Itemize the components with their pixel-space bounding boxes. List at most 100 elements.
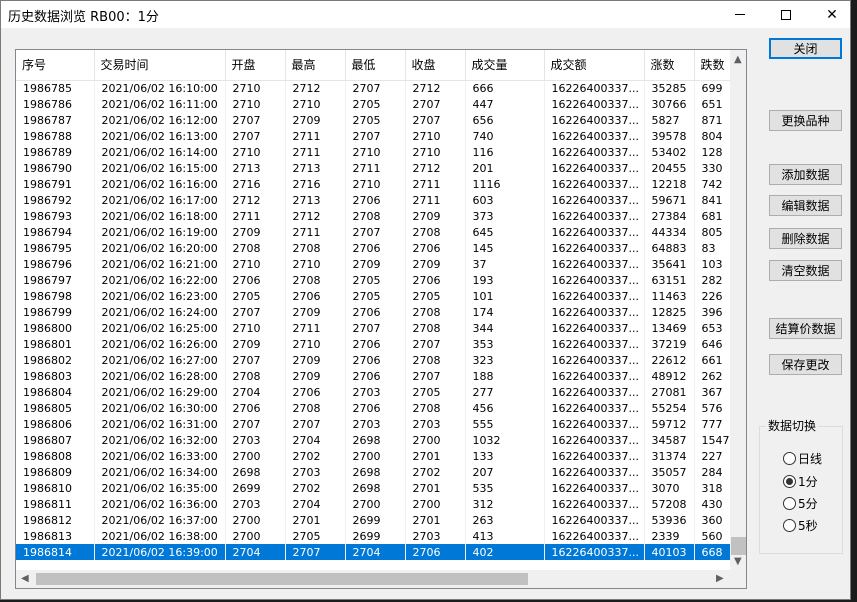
table-row[interactable]: 1986785 2021/06/02 16:10:00 2710 2712 2707 27… (16, 80, 735, 96)
table-row[interactable]: 1986805 2021/06/02 16:30:00 2706 2708 2706 27… (16, 400, 735, 416)
table-row[interactable]: 1986801 2021/06/02 16:26:00 2709 2710 2706 27… (16, 336, 735, 352)
table-cell: 83 (694, 240, 735, 256)
column-header[interactable]: 序号 (16, 50, 95, 81)
table-cell: 447 (465, 96, 545, 112)
table-row[interactable]: 1986796 2021/06/02 16:21:00 2710 2710 2709 27… (16, 256, 735, 272)
table-cell: 2703 (345, 416, 406, 432)
table-row[interactable]: 1986795 2021/06/02 16:20:00 2708 2708 2706 27… (16, 240, 735, 256)
table-cell: 2710 (225, 144, 286, 160)
edit-data-button[interactable]: 编辑数据 (769, 195, 842, 216)
table-cell: 57208 (644, 496, 695, 512)
radio-circle-icon[interactable] (783, 451, 796, 465)
minimize-icon (735, 14, 745, 15)
table-cell: 282 (694, 272, 735, 288)
data-switch-radio[interactable]: 日线 (783, 450, 822, 466)
add-data-button[interactable]: 添加数据 (769, 164, 842, 185)
horizontal-scroll-thumb[interactable] (36, 573, 528, 585)
table-row[interactable]: 1986809 2021/06/02 16:34:00 2698 2703 2698 27… (16, 464, 735, 480)
table-row[interactable]: 1986802 2021/06/02 16:27:00 2707 2709 2706 27… (16, 352, 735, 368)
table-cell: 59671 (644, 192, 695, 208)
data-grid[interactable]: 序号 交易时间 开盘 最高 最低 收盘 成交量 成交额 涨数 跌数 1986785 2021/06/… (15, 49, 747, 589)
data-switch-radio[interactable]: 5秒 (783, 517, 818, 533)
scroll-left-icon[interactable]: ◀ (21, 573, 29, 584)
table-cell: 16226400337... (544, 528, 645, 544)
data-switch-radio[interactable]: 1分 (783, 473, 818, 489)
close-window-button[interactable]: ✕ (809, 1, 855, 28)
table-cell: 2706 (405, 240, 466, 256)
table-row[interactable]: 1986792 2021/06/02 16:17:00 2712 2713 2706 27… (16, 192, 735, 208)
column-header[interactable]: 涨数 (644, 50, 695, 81)
table-row[interactable]: 1986804 2021/06/02 16:29:00 2704 2706 2703 27… (16, 384, 735, 400)
table-cell: 2021/06/02 16:11:00 (94, 96, 226, 112)
table-cell: 2707 (225, 128, 286, 144)
table-row[interactable]: 1986807 2021/06/02 16:32:00 2703 2704 2698 27… (16, 432, 735, 448)
radio-circle-icon[interactable] (783, 496, 796, 510)
table-cell: 1547 (694, 432, 735, 448)
table-cell: 777 (694, 416, 735, 432)
table-row[interactable]: 1986813 2021/06/02 16:38:00 2700 2705 2699 27… (16, 528, 735, 544)
scroll-up-icon[interactable]: ▲ (734, 54, 742, 65)
table-cell: 2710 (345, 176, 406, 192)
table-row[interactable]: 1986814 2021/06/02 16:39:00 2704 2707 2704 27… (16, 544, 735, 560)
vertical-scroll-thumb[interactable] (731, 537, 746, 555)
table-row[interactable]: 1986803 2021/06/02 16:28:00 2708 2709 2706 27… (16, 368, 735, 384)
clear-data-button[interactable]: 清空数据 (769, 260, 842, 281)
scroll-down-icon[interactable]: ▼ (734, 556, 742, 567)
horizontal-scrollbar[interactable]: ◀ ▶ (16, 570, 730, 588)
minimize-button[interactable] (717, 1, 763, 28)
column-header[interactable]: 最低 (345, 50, 406, 81)
save-changes-button[interactable]: 保存更改 (769, 354, 842, 375)
table-cell: 27384 (644, 208, 695, 224)
column-header[interactable]: 收盘 (405, 50, 466, 81)
table-row[interactable]: 1986793 2021/06/02 16:18:00 2711 2712 2708 27… (16, 208, 735, 224)
vertical-scrollbar[interactable]: ▲ ▼ (730, 50, 746, 570)
table-cell: 2707 (225, 112, 286, 128)
table-cell: 2703 (405, 528, 466, 544)
table-cell: 277 (465, 384, 545, 400)
table-cell: 59712 (644, 416, 695, 432)
column-header[interactable]: 最高 (285, 50, 346, 81)
table-row[interactable]: 1986788 2021/06/02 16:13:00 2707 2711 2707 27… (16, 128, 735, 144)
change-symbol-button[interactable]: 更换品种 (769, 110, 842, 131)
table-row[interactable]: 1986799 2021/06/02 16:24:00 2707 2709 2706 27… (16, 304, 735, 320)
close-button[interactable]: 关闭 (769, 38, 842, 59)
table-row[interactable]: 1986798 2021/06/02 16:23:00 2705 2706 2705 27… (16, 288, 735, 304)
table-row[interactable]: 1986791 2021/06/02 16:16:00 2716 2716 2710 27… (16, 176, 735, 192)
table-cell: 2707 (345, 320, 406, 336)
settlement-data-button[interactable]: 结算价数据 (769, 318, 842, 339)
table-row[interactable]: 1986797 2021/06/02 16:22:00 2706 2708 2705 27… (16, 272, 735, 288)
table-cell: 2339 (644, 528, 695, 544)
table-cell: 2701 (405, 448, 466, 464)
table-row[interactable]: 1986787 2021/06/02 16:12:00 2707 2709 2705 27… (16, 112, 735, 128)
table-cell: 1986791 (16, 176, 95, 192)
column-header[interactable]: 开盘 (225, 50, 286, 81)
table-cell: 2707 (285, 544, 346, 560)
column-header[interactable]: 交易时间 (94, 50, 226, 81)
table-row[interactable]: 1986800 2021/06/02 16:25:00 2710 2711 2707 27… (16, 320, 735, 336)
table-row[interactable]: 1986808 2021/06/02 16:33:00 2700 2702 2700 27… (16, 448, 735, 464)
table-row[interactable]: 1986806 2021/06/02 16:31:00 2707 2707 2703 27… (16, 416, 735, 432)
maximize-icon (781, 9, 791, 20)
table-row[interactable]: 1986810 2021/06/02 16:35:00 2699 2702 2698 27… (16, 480, 735, 496)
radio-circle-icon[interactable] (783, 474, 796, 488)
column-header[interactable]: 成交量 (465, 50, 545, 81)
table-row[interactable]: 1986789 2021/06/02 16:14:00 2710 2711 2710 27… (16, 144, 735, 160)
scroll-right-icon[interactable]: ▶ (716, 573, 724, 584)
table-row[interactable]: 1986812 2021/06/02 16:37:00 2700 2701 2699 27… (16, 512, 735, 528)
column-header[interactable]: 成交额 (544, 50, 645, 81)
table-cell: 1986812 (16, 512, 95, 528)
delete-data-button[interactable]: 删除数据 (769, 228, 842, 249)
table-cell: 2711 (285, 224, 346, 240)
table-cell: 456 (465, 400, 545, 416)
table-row[interactable]: 1986790 2021/06/02 16:15:00 2713 2713 2711 27… (16, 160, 735, 176)
maximize-button[interactable] (763, 1, 809, 28)
table-cell: 2706 (345, 336, 406, 352)
table-cell: 2021/06/02 16:18:00 (94, 208, 226, 224)
table-row[interactable]: 1986786 2021/06/02 16:11:00 2710 2710 2705 27… (16, 96, 735, 112)
table-row[interactable]: 1986794 2021/06/02 16:19:00 2709 2711 2707 27… (16, 224, 735, 240)
table-cell: 2700 (345, 496, 406, 512)
radio-circle-icon[interactable] (783, 518, 796, 532)
table-row[interactable]: 1986811 2021/06/02 16:36:00 2703 2704 2700 27… (16, 496, 735, 512)
data-switch-radio[interactable]: 5分 (783, 495, 818, 511)
column-header[interactable]: 跌数 (694, 50, 735, 81)
